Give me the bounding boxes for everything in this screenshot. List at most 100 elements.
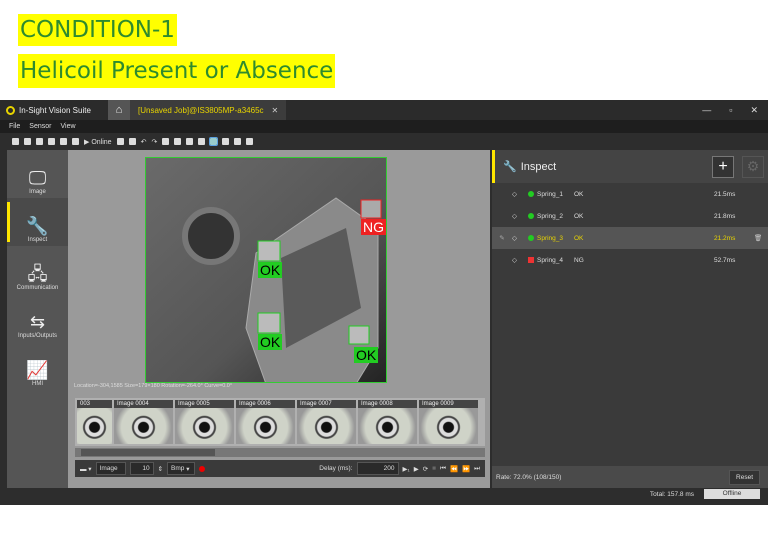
new-icon[interactable] <box>12 138 19 145</box>
spring-roi <box>257 312 281 334</box>
status-bar: Total: 157.8 ms Offline <box>0 488 768 500</box>
pass-rate: Rate: 72.0% (108/150) <box>496 473 562 481</box>
save-icon[interactable] <box>36 138 43 145</box>
sidebar-item-inspect[interactable]: 🔧 Inspect <box>7 198 68 246</box>
sidebar-label: Image <box>29 189 46 195</box>
menu-sensor[interactable]: Sensor <box>29 123 51 130</box>
scrollbar-thumb[interactable] <box>81 449 215 456</box>
edit-icon[interactable]: ✎ <box>492 234 512 242</box>
image-icon[interactable] <box>234 138 242 145</box>
total-time: Total: 157.8 ms <box>649 490 694 498</box>
camera-icon[interactable] <box>48 138 55 145</box>
undo-icon[interactable]: ↶ <box>141 138 147 146</box>
network-icon: 🖧 <box>27 264 48 284</box>
tag-icon: ◇ <box>512 213 517 220</box>
filmstrip-thumb[interactable]: Image 0009 <box>419 400 478 444</box>
video-icon[interactable] <box>72 138 79 145</box>
spring-roi <box>360 199 382 219</box>
paste-icon[interactable] <box>128 138 136 145</box>
menu-bar: File Sensor View <box>0 120 768 133</box>
tools-icon: 🔧 <box>26 216 49 236</box>
home-tab[interactable]: ⌂ <box>108 100 130 120</box>
online-button[interactable]: ▶ Online <box>84 138 112 146</box>
tool-row[interactable]: ◇ Spring_2 OK 21.8ms <box>492 205 768 227</box>
close-tab-icon[interactable]: ✕ <box>272 106 279 115</box>
location-readout: Location=-304,1585 Size=179×180 Rotation… <box>74 383 233 389</box>
pass-indicator <box>528 191 534 197</box>
filmstrip-thumb[interactable]: Image 0004 <box>114 400 173 444</box>
count-stepper[interactable]: ⇕ <box>158 465 163 473</box>
loop-icon[interactable]: ⟳ <box>423 465 428 473</box>
menu-file[interactable]: File <box>9 123 20 130</box>
io-arrows-icon: ⇆ <box>29 312 46 332</box>
playback-controls: ▬ ▾ Image 10 ⇕ Bmp ▾ Delay (ms): 200 ▶₁ ▶… <box>75 460 485 477</box>
stop-icon[interactable]: ■ <box>432 465 436 472</box>
mode-indicator[interactable]: Offline <box>704 489 760 499</box>
ok-label: OK <box>354 347 379 363</box>
open-icon[interactable] <box>24 138 31 145</box>
sidebar-item-inputs-outputs[interactable]: ⇆ Inputs/Outputs <box>7 294 68 342</box>
add-tool-button[interactable]: + <box>712 155 734 178</box>
tool-row[interactable]: ◇ Spring_4 NG 52.7ms <box>492 249 768 271</box>
rewind-icon[interactable]: ⏪ <box>450 465 458 473</box>
minimize-button[interactable]: — <box>702 105 711 116</box>
sidebar-item-communication[interactable]: 🖧 Communication <box>7 246 68 294</box>
tool-row[interactable]: ✎ ◇ Spring_3 OK 21.2ms 🗑 <box>492 227 768 249</box>
filmstrip-thumb[interactable]: Image 0008 <box>358 400 417 444</box>
fail-indicator <box>528 257 534 263</box>
close-window-button[interactable]: ✕ <box>750 105 758 116</box>
first-icon[interactable]: ⏮ <box>440 465 446 473</box>
forward-icon[interactable]: ⏩ <box>462 465 470 473</box>
panel-title: Inspect <box>520 160 557 173</box>
zoom-in-icon[interactable] <box>162 138 170 145</box>
pass-indicator <box>528 213 534 219</box>
job-tab[interactable]: [Unsaved Job]@IS3805MP-a3465c ✕ <box>130 100 287 120</box>
filmstrip-thumb[interactable]: Image 0007 <box>297 400 356 444</box>
filmstrip-thumb[interactable]: Image 0006 <box>236 400 295 444</box>
tag-icon: ◇ <box>512 257 517 264</box>
gear-icon[interactable]: ⚙ <box>742 155 764 178</box>
menu-view[interactable]: View <box>60 123 75 130</box>
filmstrip-thumb[interactable]: Image 0005 <box>175 400 234 444</box>
spring-roi <box>348 325 370 345</box>
sidebar-label: Inspect <box>27 237 48 243</box>
folder-icon[interactable]: ▬ ▾ <box>80 465 92 473</box>
overlay-icon[interactable] <box>222 138 230 145</box>
image-count-field[interactable]: 10 <box>129 462 154 475</box>
zoom-fill-icon[interactable] <box>209 137 219 146</box>
copy-icon[interactable] <box>116 138 124 145</box>
image-view[interactable]: NG OK OK OK <box>145 157 387 383</box>
ng-label: NG <box>361 219 386 235</box>
format-select[interactable]: Bmp ▾ <box>167 462 196 475</box>
sidebar-item-image[interactable]: 🖵 Image <box>7 150 68 198</box>
record-icon[interactable] <box>199 465 206 472</box>
last-icon[interactable]: ⏭ <box>474 465 480 473</box>
ok-label: OK <box>258 262 283 278</box>
zoom-fit-icon[interactable] <box>186 138 194 145</box>
hmi-icon: 📈 <box>26 360 49 380</box>
filmstrip-thumb[interactable]: 003 <box>77 400 112 444</box>
restore-button[interactable]: ▫ <box>729 105 732 116</box>
zoom-actual-icon[interactable] <box>198 138 206 145</box>
sidebar-item-hmi[interactable]: 📈 HMI <box>7 342 68 390</box>
zoom-out-icon[interactable] <box>174 138 182 145</box>
grid-icon[interactable] <box>246 138 254 145</box>
toolbar: ▶ Online ↶ ↷ <box>0 133 768 150</box>
slide-heading-subtitle: Helicoil Present or Absence <box>18 54 336 88</box>
pass-indicator <box>528 235 534 241</box>
redo-icon[interactable]: ↷ <box>151 138 157 146</box>
sidebar-nav: 🖵 Image 🔧 Inspect 🖧 Communication ⇆ Inputs/O… <box>7 150 68 488</box>
app-name: In-Sight Vision Suite <box>19 105 91 115</box>
filmstrip-scrollbar[interactable] <box>75 448 485 457</box>
play-once-icon[interactable]: ▶₁ <box>403 465 410 473</box>
play-icon[interactable]: ▶ <box>414 465 419 473</box>
home-icon: ⌂ <box>115 104 123 116</box>
tools-icon: 🔧 <box>503 161 517 173</box>
delay-field[interactable]: 200 <box>356 462 399 475</box>
image-prefix-field[interactable]: Image <box>95 462 126 475</box>
live-icon[interactable] <box>60 138 67 145</box>
job-tab-title: [Unsaved Job]@IS3805MP-a3465c <box>138 105 264 115</box>
tool-row[interactable]: ◇ Spring_1 OK 21.5ms <box>492 183 768 205</box>
reset-button[interactable]: Reset <box>729 469 760 485</box>
trash-icon[interactable]: 🗑 <box>754 234 768 242</box>
